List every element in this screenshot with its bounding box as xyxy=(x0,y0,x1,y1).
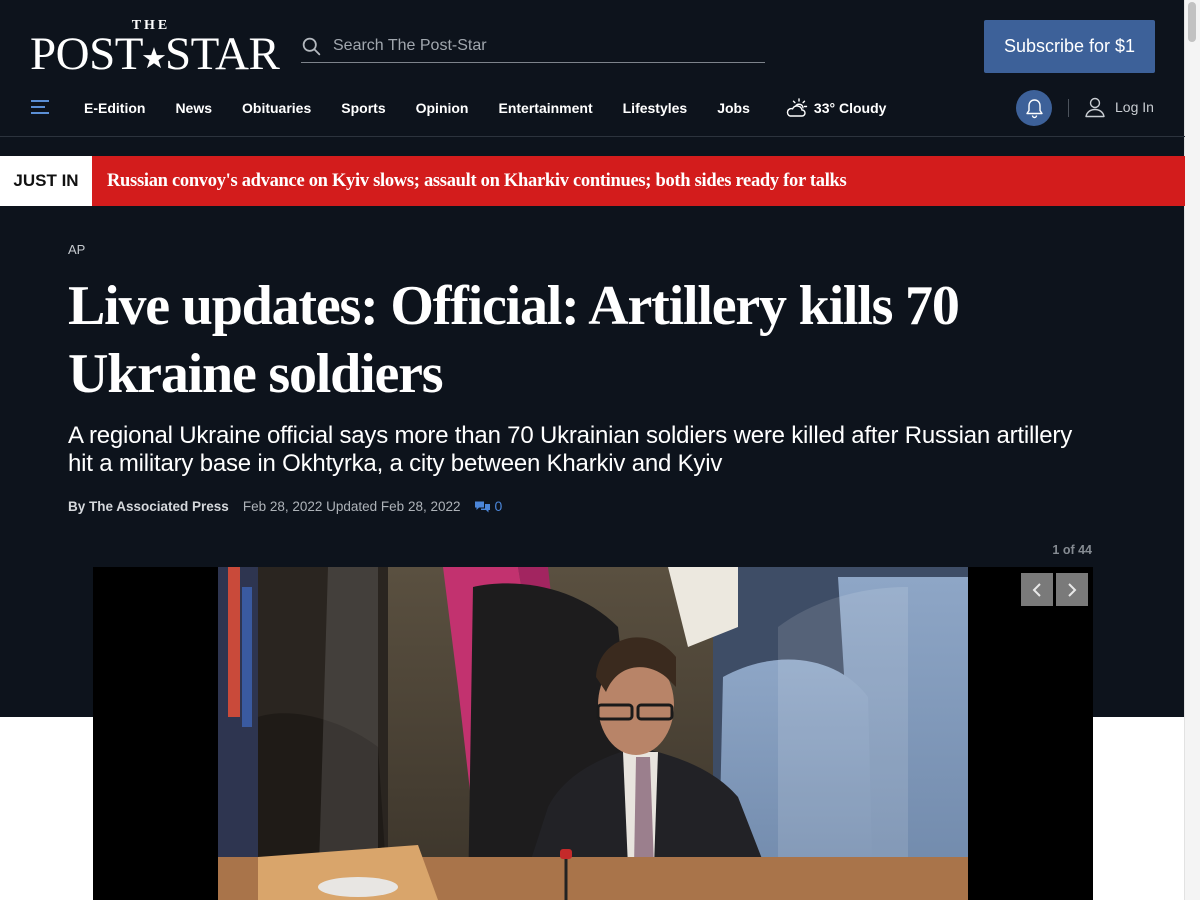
nav-item-sports[interactable]: Sports xyxy=(341,100,385,116)
search-bar[interactable] xyxy=(301,32,765,63)
just-in-label: JUST IN xyxy=(0,156,92,206)
nav-separator xyxy=(0,136,1185,137)
scrollbar-thumb[interactable] xyxy=(1188,2,1196,42)
nav-item-jobs[interactable]: Jobs xyxy=(717,100,750,116)
chevron-left-icon xyxy=(1032,582,1041,597)
article-subheadline: A regional Ukraine official says more th… xyxy=(68,422,1073,477)
partly-cloudy-icon xyxy=(786,98,808,117)
login-button[interactable]: Log In xyxy=(1084,96,1154,118)
search-icon[interactable] xyxy=(301,36,322,57)
nav-item-e-edition[interactable]: E-Edition xyxy=(84,100,145,116)
weather-widget[interactable]: 33° Cloudy xyxy=(785,98,887,118)
comments-link[interactable]: 0 xyxy=(474,498,503,514)
nav-item-opinion[interactable]: Opinion xyxy=(416,100,469,116)
article-headline: Live updates: Official: Artillery kills … xyxy=(68,275,960,405)
comment-icon xyxy=(474,501,490,512)
weather-text: 33° Cloudy xyxy=(813,100,887,116)
logo-word-left: POST xyxy=(30,28,143,80)
photo-illustration xyxy=(218,567,968,900)
photo-gallery[interactable] xyxy=(93,567,1093,900)
comment-count: 0 xyxy=(494,498,503,514)
gallery-counter: 1 of 44 xyxy=(1052,543,1092,557)
bell-icon xyxy=(1025,98,1043,118)
subscribe-button[interactable]: Subscribe for $1 xyxy=(984,20,1155,73)
breaking-news-link[interactable]: Russian convoy's advance on Kyiv slows; … xyxy=(92,156,1185,206)
login-label: Log In xyxy=(1115,99,1154,115)
scrollbar[interactable] xyxy=(1184,0,1200,900)
nav-item-obituaries[interactable]: Obituaries xyxy=(242,100,311,116)
nav-divider xyxy=(1068,99,1069,117)
nav-item-news[interactable]: News xyxy=(175,100,212,116)
user-icon xyxy=(1085,97,1105,118)
logo-word-right: STAR xyxy=(164,28,280,80)
byline-author[interactable]: By The Associated Press xyxy=(68,499,229,514)
byline: By The Associated Press Feb 28, 2022 Upd… xyxy=(68,498,502,514)
search-input[interactable] xyxy=(333,35,753,57)
logo-wordmark: POST STAR xyxy=(30,28,280,80)
nav-item-entertainment[interactable]: Entertainment xyxy=(499,100,593,116)
byline-date: Feb 28, 2022 Updated Feb 28, 2022 xyxy=(242,498,461,514)
gallery-previous-button[interactable] xyxy=(1021,573,1053,606)
site-logo[interactable]: THE POST STAR xyxy=(30,18,280,78)
star-icon xyxy=(142,47,166,69)
chevron-right-icon xyxy=(1068,582,1077,597)
nav-links: E-Edition News Obituaries Sports Opinion… xyxy=(84,88,886,128)
article-source[interactable]: AP xyxy=(68,242,85,257)
gallery-photo[interactable] xyxy=(218,567,968,900)
main-nav: E-Edition News Obituaries Sports Opinion… xyxy=(0,88,1185,128)
nav-item-lifestyles[interactable]: Lifestyles xyxy=(623,100,688,116)
hamburger-menu-icon[interactable] xyxy=(31,99,49,115)
notifications-button[interactable] xyxy=(1016,90,1052,126)
gallery-next-button[interactable] xyxy=(1056,573,1088,606)
